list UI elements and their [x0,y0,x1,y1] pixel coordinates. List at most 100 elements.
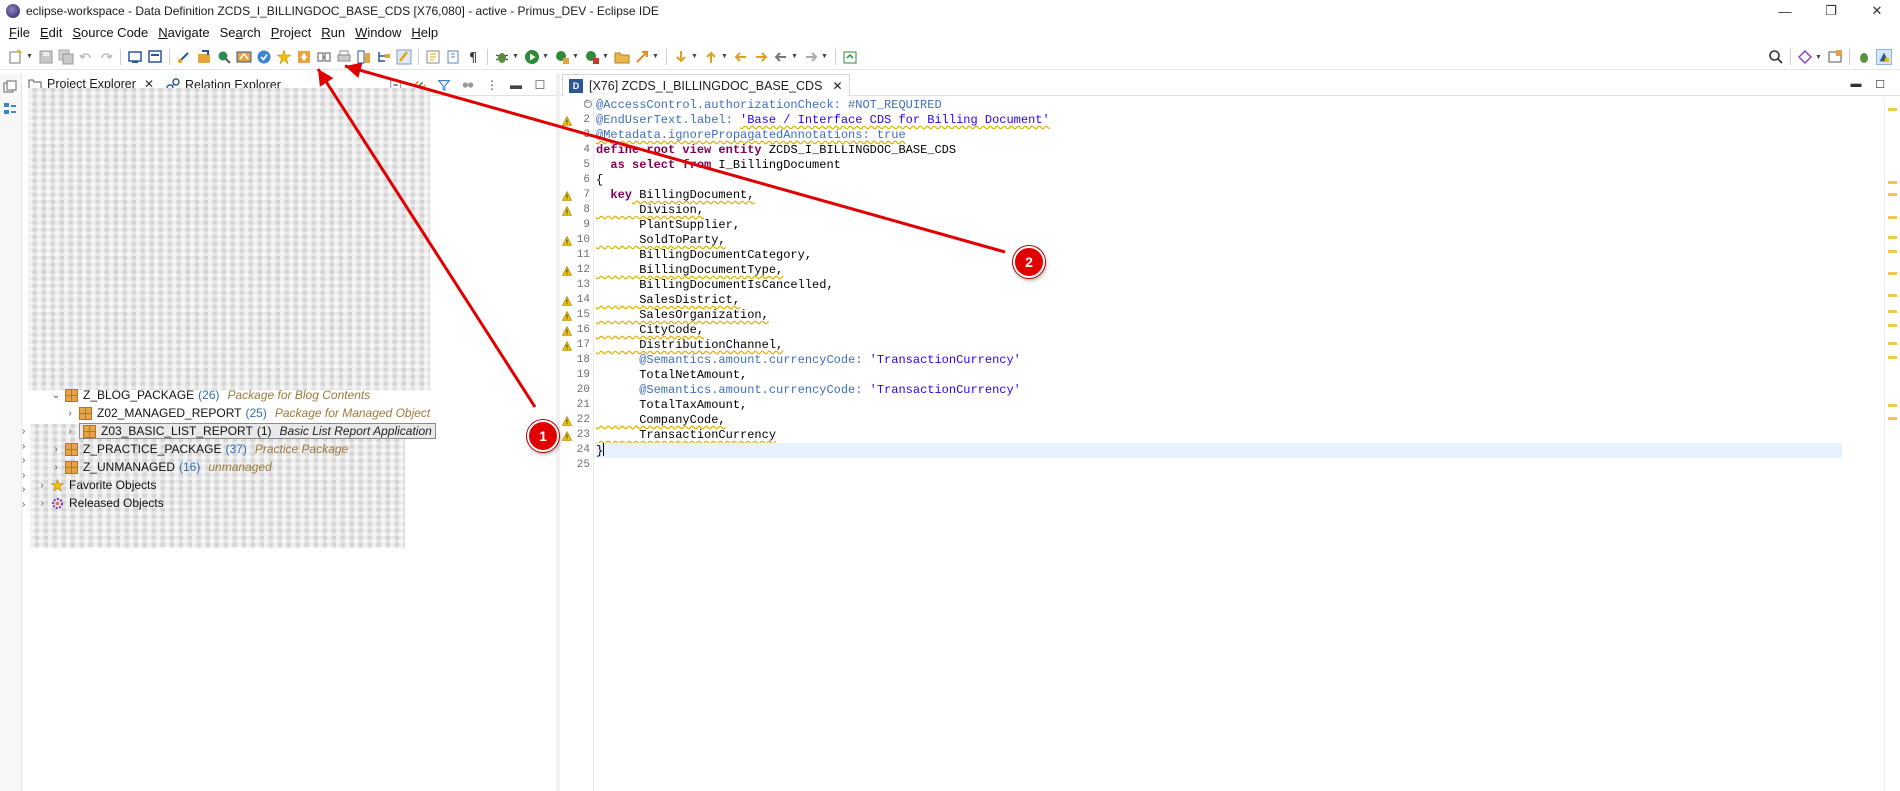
transport-icon[interactable] [316,49,332,65]
next-edit-icon[interactable] [673,49,689,65]
launch-icon[interactable] [634,49,650,65]
tree-item[interactable]: › Z03_BASIC_LIST_REPORT (1) Basic List Repo… [22,422,542,440]
menu-item-search[interactable]: Search [215,22,266,44]
warning-icon[interactable] [562,326,572,336]
terminal-icon[interactable] [147,49,163,65]
code-area[interactable]: 1234567891011121314151617181920212223242… [560,98,1900,791]
launch-dropdown-icon[interactable]: ▼ [652,49,659,65]
warning-icon[interactable] [562,206,572,216]
last-edit-icon[interactable] [733,49,749,65]
chevron-right-icon[interactable]: › [64,408,76,419]
save-icon[interactable] [38,49,54,65]
check-icon[interactable] [256,49,272,65]
tree-item[interactable]: › Z02_MANAGED_REPORT (25) Package for Manag… [22,404,542,422]
warning-ruler-mark[interactable] [1888,404,1897,407]
warning-ruler-mark[interactable] [1888,417,1897,420]
link-icon[interactable] [176,49,192,65]
search-icon[interactable] [1768,49,1784,65]
menu-item-file[interactable]: File [4,22,35,44]
toggle-block-icon[interactable] [445,49,461,65]
tree-item[interactable]: ⌄ Z_BLOG_PACKAGE (26) Package for Blog Cont… [22,386,542,404]
debug-dropdown-icon[interactable]: ▼ [512,49,519,65]
view-menu-icon[interactable]: ⋮ [484,77,500,93]
warning-icon[interactable] [562,116,572,126]
warning-icon[interactable] [562,431,572,441]
tree-item[interactable]: › Z_UNMANAGED (16) unmanaged [22,458,542,476]
tree-item[interactable]: › Favorite Objects [22,476,542,494]
open-abap-icon[interactable] [196,49,212,65]
chevron-right-icon[interactable]: › [64,426,76,437]
warning-icon[interactable] [562,236,572,246]
activate-icon[interactable] [276,48,292,65]
menu-item-edit[interactable]: Edit [35,22,67,44]
warning-ruler-mark[interactable] [1888,294,1897,297]
undo-icon[interactable] [78,49,94,65]
chevron-right-icon[interactable]: › [36,498,48,509]
format-icon[interactable] [396,49,412,65]
maximize-editor-icon[interactable]: ☐ [1872,77,1888,91]
hierarchy-icon[interactable] [376,49,392,65]
back-dropdown-icon[interactable]: ▼ [791,49,798,65]
search-object-icon[interactable] [216,49,232,65]
run-icon[interactable] [524,49,540,65]
show-whitespace-icon[interactable]: ¶ [465,49,481,65]
print-icon[interactable] [336,49,352,65]
minimize-editor-icon[interactable]: ▬ [1848,77,1864,91]
new-dropdown-icon[interactable]: ▼ [26,49,33,65]
activate-all-icon[interactable] [296,49,312,65]
save-all-icon[interactable] [58,49,74,65]
console-icon[interactable] [127,49,143,65]
warning-icon[interactable] [562,296,572,306]
warning-ruler-mark[interactable] [1888,310,1897,313]
chevron-right-icon[interactable]: › [50,462,62,473]
warning-ruler-mark[interactable] [1888,324,1897,327]
menu-item-window[interactable]: Window [350,22,406,44]
restore-view-icon[interactable] [3,80,17,94]
warning-ruler-mark[interactable] [1888,250,1897,253]
abap-connectivity-dropdown-icon[interactable]: ▼ [1815,49,1822,65]
external-tools-icon[interactable] [584,49,600,65]
next-annotation-icon[interactable] [425,49,441,65]
menu-item-help[interactable]: Help [406,22,443,44]
close-icon[interactable]: ✕ [832,79,842,93]
warning-ruler-mark[interactable] [1888,108,1897,111]
outline-view-icon[interactable] [3,102,17,116]
menu-item-run[interactable]: Run [316,22,350,44]
external-tools-dropdown-icon[interactable]: ▼ [602,49,609,65]
chevron-down-icon[interactable]: ⌄ [50,390,62,401]
previous-edit-dropdown-icon[interactable]: ▼ [721,49,728,65]
warning-icon[interactable] [562,266,572,276]
minimize-button[interactable]: — [1762,0,1808,22]
filter-icon[interactable] [436,77,452,93]
debug-perspective-icon[interactable] [1856,49,1872,65]
warning-ruler-mark[interactable] [1888,356,1897,359]
forward-edit-icon[interactable] [753,49,769,65]
abap-connectivity-icon[interactable] [1797,49,1813,65]
restore-button[interactable]: ❐ [1808,0,1854,22]
redo-icon[interactable] [98,49,114,65]
forward-dropdown-icon[interactable]: ▼ [821,49,828,65]
abap-object-icon[interactable] [236,49,252,65]
overview-ruler[interactable] [1884,98,1900,791]
chevron-right-icon[interactable]: › [50,444,62,455]
abap-perspective-icon[interactable] [1876,49,1892,65]
new-icon[interactable] [8,48,24,65]
next-edit-dropdown-icon[interactable]: ▼ [691,49,698,65]
warning-ruler-mark[interactable] [1888,181,1897,184]
close-window-button[interactable]: ✕ [1854,0,1900,22]
fold-toggle-icon[interactable]: − [584,100,592,108]
warning-ruler-mark[interactable] [1888,216,1897,219]
focus-icon[interactable] [460,77,476,93]
pin-editor-icon[interactable] [842,49,858,65]
menu-item-navigate[interactable]: Navigate [153,22,214,44]
run-dropdown-icon[interactable]: ▼ [542,49,549,65]
menu-item-source-code[interactable]: Source Code [67,22,153,44]
warning-ruler-mark[interactable] [1888,342,1897,345]
open-perspective-icon[interactable] [1827,49,1843,65]
warning-icon[interactable] [562,341,572,351]
tree-item[interactable]: › Z_PRACTICE_PACKAGE (37) Practice Package [22,440,542,458]
previous-edit-icon[interactable] [703,49,719,65]
warning-ruler-mark[interactable] [1888,236,1897,239]
editor-tab-zcds-i-billingdoc-base-cds[interactable]: D [X76] ZCDS_I_BILLINGDOC_BASE_CDS ✕ [562,74,850,96]
warning-icon[interactable] [562,311,572,321]
